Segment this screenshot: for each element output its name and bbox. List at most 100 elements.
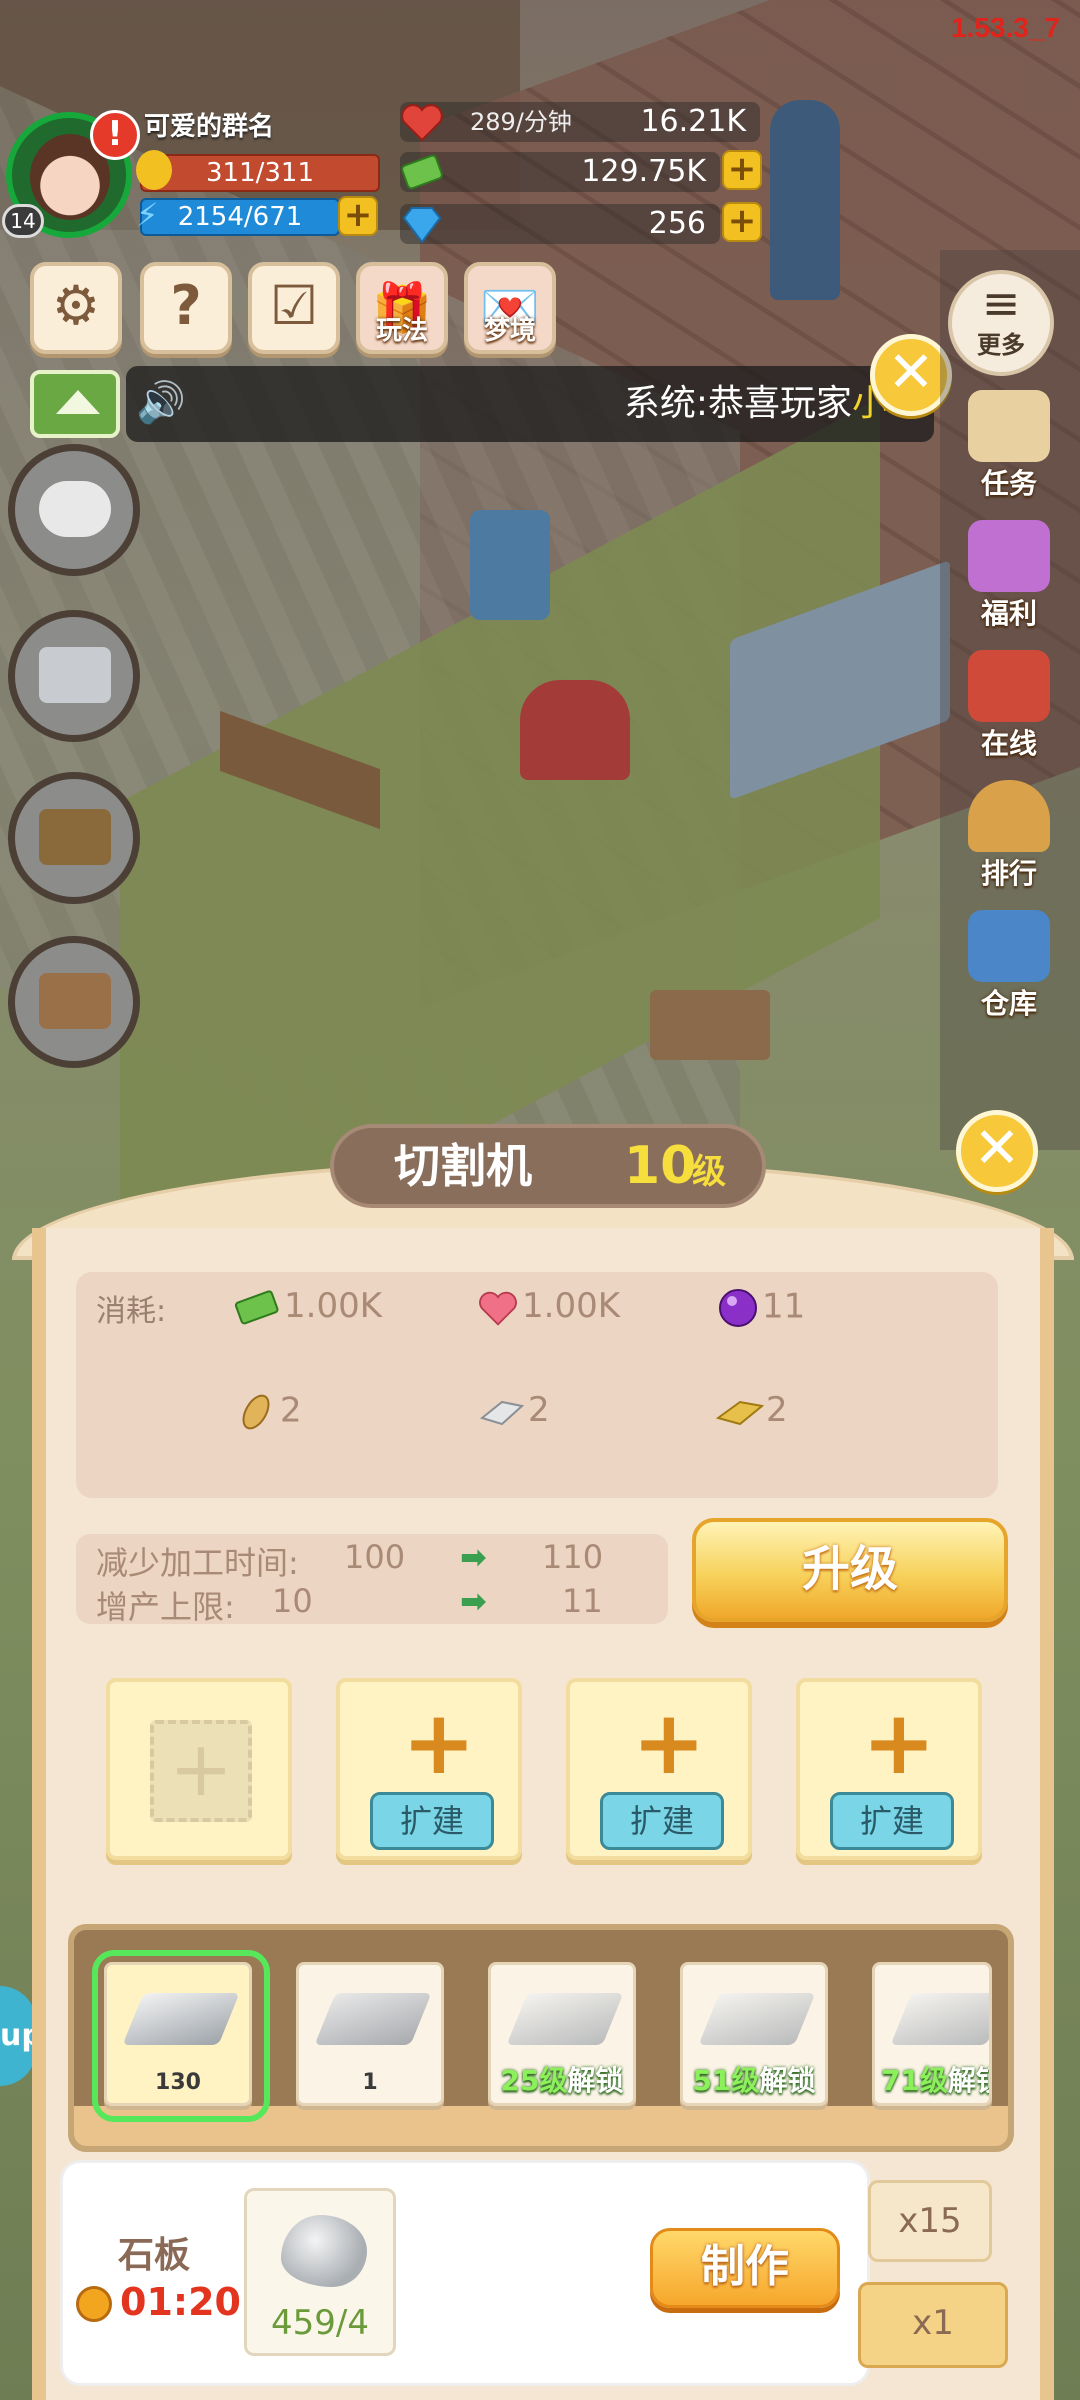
cost-label: 消耗: [96,1294,167,1329]
production-slot-empty[interactable]: + [106,1678,292,1860]
hearts-value: 16.21K [640,104,746,139]
dream-button[interactable]: 💌 梦境 [464,262,556,354]
warehouse-icon [968,910,1050,982]
more-label: 更多 [977,331,1025,359]
locked-slab-icon [890,1993,989,2045]
menu-icon: ≡ [981,276,1021,330]
time-reduction-from: 100 [344,1538,406,1576]
crossbow-icon [39,809,111,865]
time-reduction-label: 减少加工时间: [96,1544,299,1582]
bench-icon [39,973,111,1029]
player-level-badge: 14 [2,204,44,238]
panel-level-number: 10 [624,1136,697,1196]
scroll-icon [968,390,1050,462]
hp-icon [136,150,172,190]
expand-button[interactable]: 扩建 [830,1792,954,1850]
build-item-crossbow[interactable] [8,772,140,904]
alert-icon[interactable]: ! [90,110,140,160]
cash-add-button[interactable]: + [722,150,762,190]
recipe-item-locked[interactable]: 71级解锁 [872,1962,992,2106]
purple-orb-icon [719,1289,757,1327]
panel-title: 切割机 [394,1139,532,1193]
cash-value: 129.75K [581,154,706,189]
suitcase[interactable] [470,510,550,620]
diamond-icon [402,207,442,244]
output-cap-from: 10 [272,1582,313,1620]
cost-peanut: 2 [234,1390,302,1434]
output-cap-label: 增产上限: [96,1588,235,1626]
welfare-button[interactable]: 福利 [954,520,1064,630]
cost-orb-value: 11 [762,1286,806,1327]
dream-label: 梦境 [483,316,536,346]
cost-gold: 2 [710,1390,788,1432]
cash-row: 129.75K [400,152,720,192]
production-slot-locked: + 扩建 [336,1678,522,1860]
hp-bar: 311/311 [140,154,380,192]
build-item-bench[interactable] [8,936,140,1068]
craft-item-name: 石板 [118,2235,191,2276]
expand-button[interactable]: 扩建 [600,1792,724,1850]
marble-slab-icon [314,1993,432,2045]
marquee-prefix: 系统:恭喜玩家 [623,383,852,424]
cash-icon [401,154,443,190]
calendar-button[interactable]: ☑ [248,262,340,354]
recipe-item-selected[interactable]: 130 [104,1962,252,2106]
cost-plate: 2 [472,1390,550,1432]
lightning-icon: ⚡ [136,196,159,234]
energy-add-button[interactable]: + [338,196,378,236]
settings-button[interactable]: ⚙ [30,262,122,354]
stone-slab-icon [122,1993,240,2045]
cost-peanut-value: 2 [280,1390,302,1431]
plus-icon: + [862,1691,936,1794]
upgrade-button[interactable]: 升级 [692,1518,1008,1622]
help-button[interactable]: ? [140,262,232,354]
build-item-glove[interactable] [8,444,140,576]
warehouse-button[interactable]: 仓库 [954,910,1064,1020]
recipe-count: 1 [362,2070,378,2095]
panel-level-unit: 级 [692,1152,726,1192]
unlock-requirement: 25级解锁 [500,2064,624,2097]
recipe-item[interactable]: 1 [296,1962,444,2106]
energy-bar: 2154/671 [140,198,340,236]
unlock-requirement: 71级解锁 [881,2064,989,2097]
panel-title-plate: 切割机 10 级 [330,1124,766,1208]
craft-time: 01:20 [120,2280,241,2324]
calendar-icon: ☑ [269,274,319,337]
online-label: 在线 [980,727,1037,760]
hp-value: 311/311 [205,158,314,188]
hearts-row: 289/分钟 16.21K [400,102,760,142]
gems-value: 256 [648,206,706,241]
mailbox[interactable] [520,680,630,780]
material-card[interactable]: 459/4 [244,2188,396,2356]
system-marquee: 🔊 系统:恭喜玩家小草 [126,366,934,442]
multiplier-x1-button[interactable]: x1 [858,2282,1008,2368]
build-item-slab[interactable] [8,610,140,742]
online-button[interactable]: 在线 [954,650,1064,760]
flower-box[interactable] [650,990,770,1060]
recipe-item-locked[interactable]: 25级解锁 [488,1962,636,2106]
ranking-label: 排行 [980,857,1037,890]
tasks-button[interactable]: 任务 [954,390,1064,500]
heart-icon [479,1291,517,1326]
close-panel-button[interactable]: ✕ [956,1110,1038,1192]
npc-character[interactable] [770,100,840,300]
heart-icon [401,104,443,142]
plus-icon: + [402,1691,476,1794]
recipe-item-locked[interactable]: 51级解锁 [680,1962,828,2106]
gameplay-label: 玩法 [375,316,428,346]
cost-cash-value: 1.00K [284,1286,382,1326]
collapse-button[interactable] [30,370,120,438]
cost-gold-value: 2 [766,1390,788,1430]
multiplier-x15-button[interactable]: x15 [868,2180,992,2262]
slab-icon [39,647,111,703]
cost-orb: 11 [716,1286,805,1330]
version-label: 1.53.3_7 [951,12,1060,43]
trophy-icon [968,780,1050,852]
gems-add-button[interactable]: + [722,202,762,242]
expand-button[interactable]: 扩建 [370,1792,494,1850]
more-button[interactable]: ≡ 更多 [948,270,1054,376]
gameplay-button[interactable]: 🎁 玩法 [356,262,448,354]
ranking-button[interactable]: 排行 [954,780,1064,890]
unlock-requirement: 51级解锁 [692,2064,816,2097]
make-button[interactable]: 制作 [650,2228,840,2308]
